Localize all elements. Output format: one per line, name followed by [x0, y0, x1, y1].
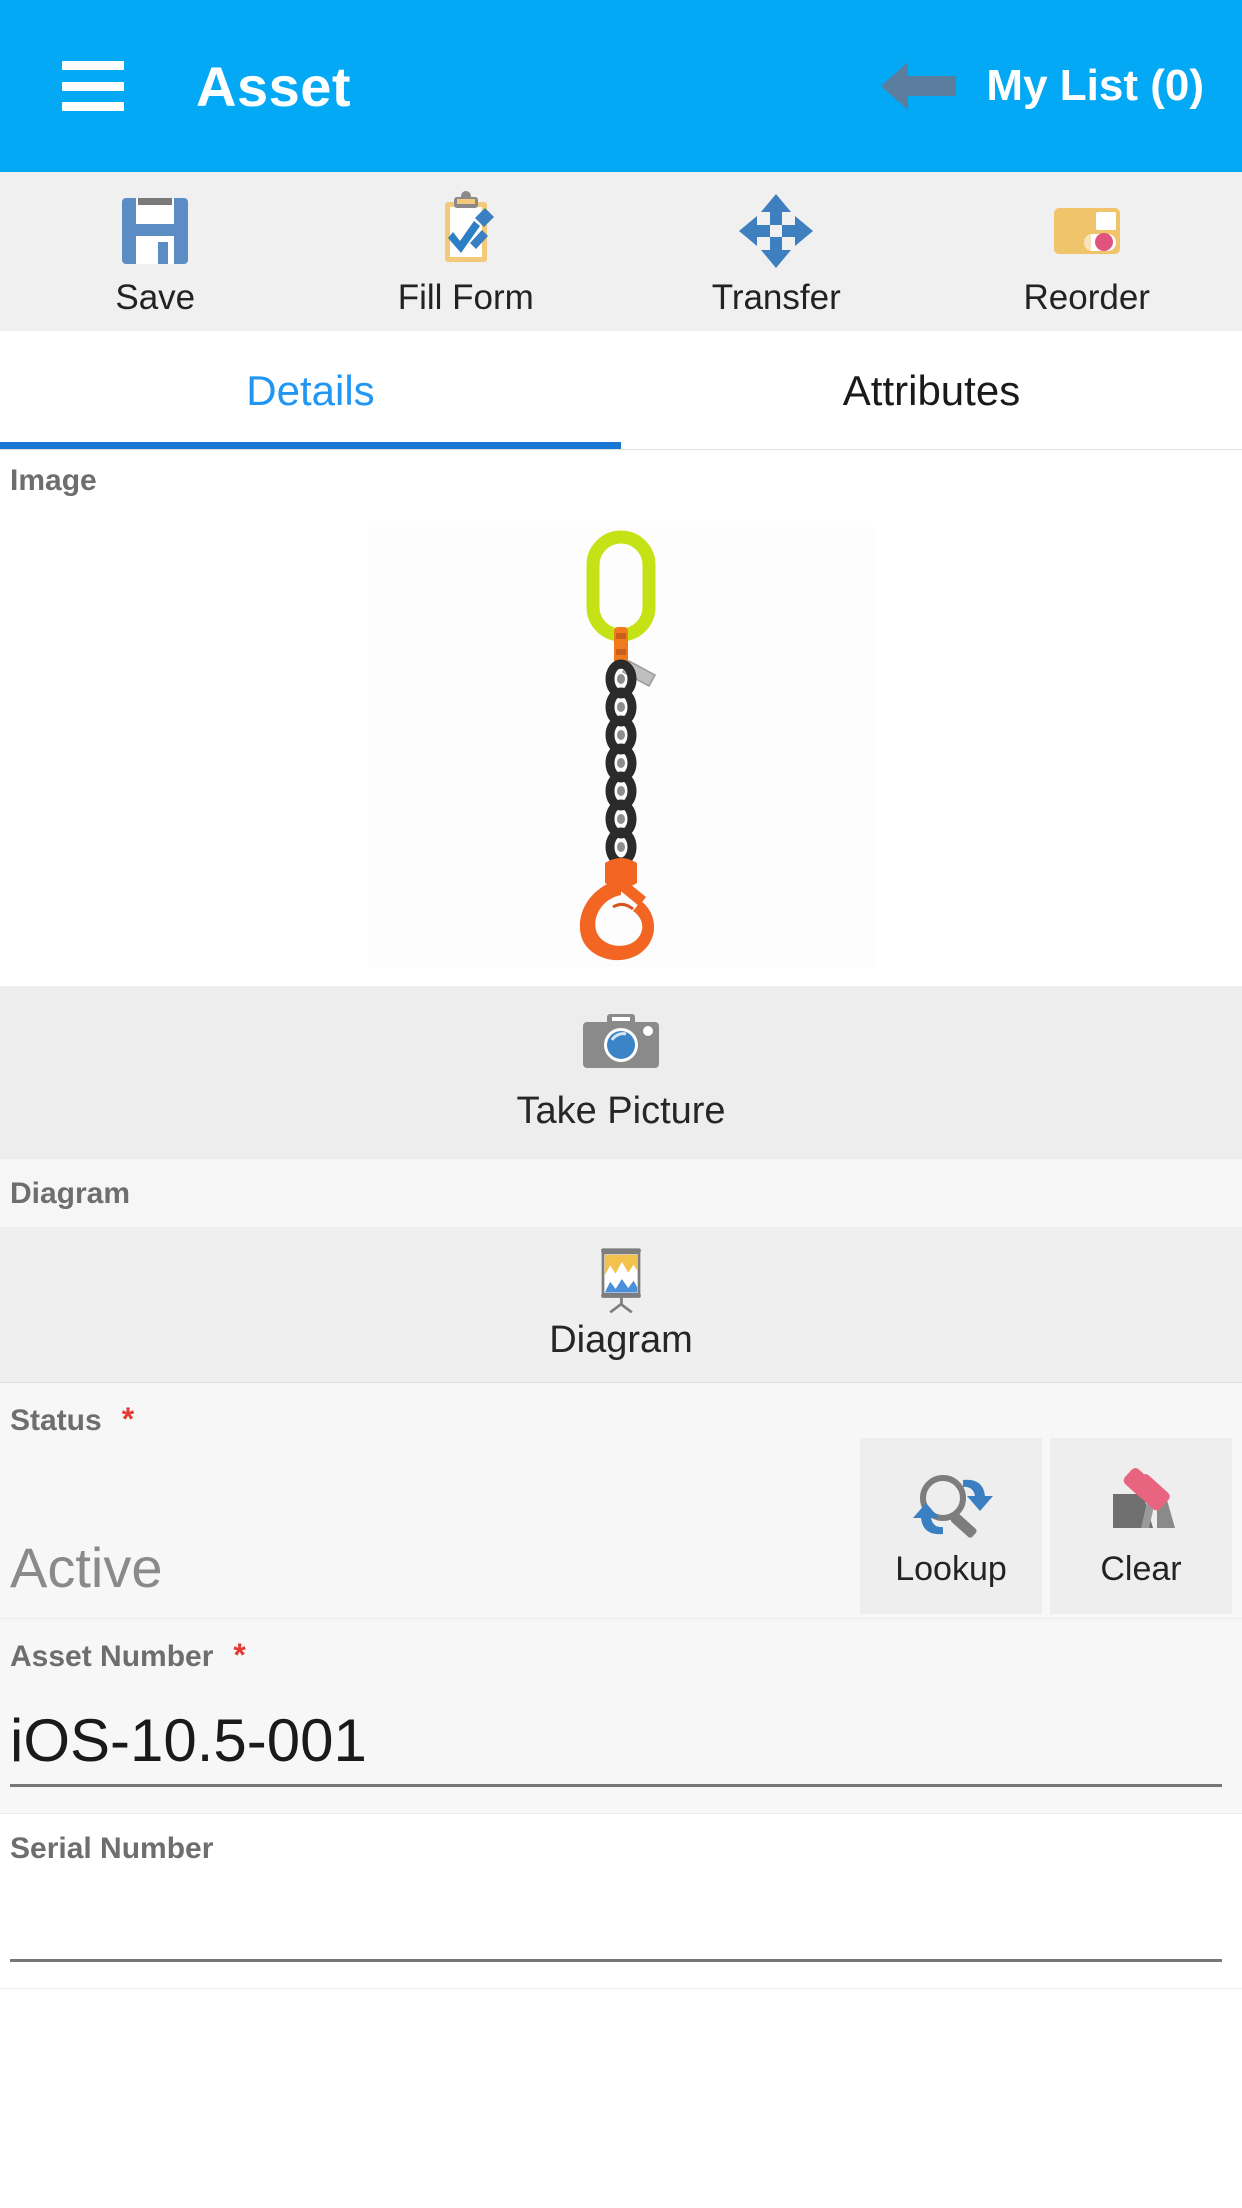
- action-toolbar: Save Fill Form Transfer Reorder: [0, 172, 1242, 332]
- tab-bar: Details Attributes: [0, 332, 1242, 450]
- magnifier-refresh-icon: [913, 1474, 993, 1538]
- camera-icon: [583, 1014, 659, 1068]
- header-right-group: My List (0): [878, 58, 1204, 114]
- toolbar-fill-form-label: Fill Form: [397, 278, 534, 317]
- diagram-button-label: Diagram: [549, 1319, 693, 1361]
- status-required-marker: *: [121, 1401, 135, 1437]
- toolbar-reorder-button[interactable]: Reorder: [932, 172, 1242, 331]
- status-lookup-label: Lookup: [895, 1549, 1007, 1588]
- toolbar-transfer-button[interactable]: Transfer: [621, 172, 932, 331]
- serial-number-underline: [10, 1958, 1222, 1962]
- image-section-label: Image: [10, 464, 97, 497]
- presentation-chart-icon: [601, 1248, 641, 1314]
- take-picture-button[interactable]: Take Picture: [0, 986, 1242, 1159]
- status-value[interactable]: Active: [10, 1535, 163, 1618]
- tab-attributes[interactable]: Attributes: [621, 332, 1242, 449]
- asset-image: [368, 527, 874, 967]
- serial-number-label: Serial Number: [10, 1832, 214, 1865]
- package-box-icon: [1053, 208, 1120, 254]
- hamburger-menu-icon[interactable]: [62, 61, 124, 111]
- four-way-arrows-icon: [739, 194, 814, 268]
- asset-number-underline: [10, 1783, 1222, 1787]
- status-button-group: Lookup Clear: [860, 1438, 1232, 1618]
- chain-sling-with-hook-image: [579, 530, 657, 961]
- toolbar-transfer-label: Transfer: [711, 278, 841, 317]
- asset-image-area[interactable]: [0, 508, 1242, 986]
- asset-number-field: Asset Number * iOS-10.5-001: [0, 1619, 1242, 1814]
- toolbar-fill-form-button[interactable]: Fill Form: [311, 172, 622, 331]
- serial-number-input-wrap[interactable]: [10, 1866, 1232, 1962]
- status-value-row: Active Lookup Clear: [10, 1438, 1232, 1618]
- status-clear-label: Clear: [1100, 1549, 1182, 1588]
- asset-number-label-row: Asset Number *: [10, 1637, 1232, 1674]
- toolbar-save-label: Save: [115, 278, 196, 317]
- page-title: Asset: [196, 54, 352, 118]
- status-label: Status: [10, 1404, 102, 1437]
- tab-attributes-label: Attributes: [842, 366, 1021, 414]
- diagram-section-label: Diagram: [10, 1177, 131, 1210]
- diagram-button[interactable]: Diagram: [0, 1227, 1242, 1383]
- toolbar-save-button[interactable]: Save: [0, 172, 311, 331]
- asset-number-input[interactable]: iOS-10.5-001: [10, 1674, 1232, 1783]
- asset-number-input-wrap[interactable]: iOS-10.5-001: [10, 1674, 1232, 1787]
- tab-details[interactable]: Details: [0, 332, 621, 449]
- toolbar-reorder-label: Reorder: [1023, 278, 1150, 317]
- floppy-disk-icon: [122, 198, 189, 264]
- tab-details-label: Details: [246, 366, 375, 414]
- take-picture-label: Take Picture: [516, 1090, 726, 1132]
- app-header: Asset My List (0): [0, 0, 1242, 172]
- status-clear-button[interactable]: Clear: [1050, 1438, 1232, 1614]
- back-arrow-icon[interactable]: [878, 58, 960, 114]
- status-field: Status * Active Lookup Clear: [0, 1383, 1242, 1619]
- status-field-label-row: Status *: [10, 1401, 1232, 1438]
- serial-number-label-row: Serial Number: [10, 1832, 1232, 1866]
- diagram-section-header: Diagram: [0, 1159, 1242, 1227]
- asset-number-label: Asset Number: [10, 1640, 214, 1673]
- status-lookup-button[interactable]: Lookup: [860, 1438, 1042, 1614]
- clipboard-pencil-icon: [444, 191, 494, 262]
- serial-number-field: Serial Number: [0, 1814, 1242, 1989]
- serial-number-input[interactable]: [10, 1866, 1232, 1958]
- my-list-label[interactable]: My List (0): [986, 61, 1204, 111]
- image-section: Image: [0, 450, 1242, 986]
- eraser-icon: [1113, 1467, 1175, 1528]
- asset-number-required-marker: *: [233, 1637, 246, 1673]
